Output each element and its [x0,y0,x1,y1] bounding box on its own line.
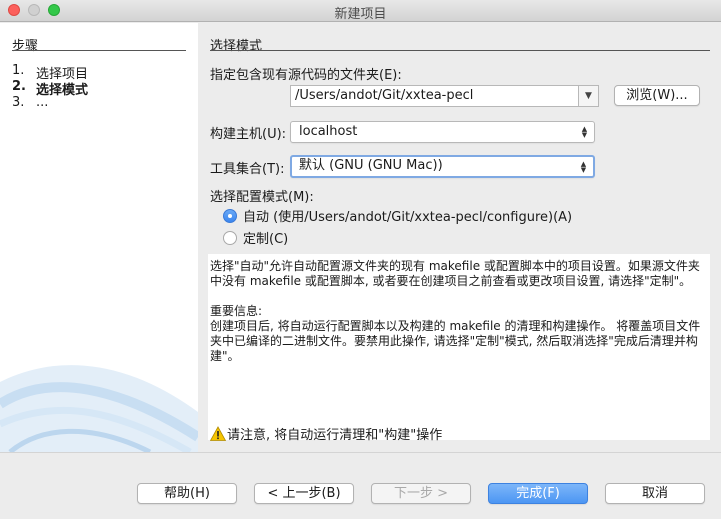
tool-collection-label: 工具集合(T): [210,162,285,177]
step-label: 选择项目 [36,67,89,82]
browse-button[interactable]: 浏览(W)... [614,85,700,106]
chevron-down-icon: ▼ [585,91,592,101]
step-label: 选择模式 [36,83,89,98]
radio-unchecked-icon[interactable] [223,230,237,245]
decorative-swoosh [0,365,198,452]
config-mode-custom-radio[interactable]: 定制(C) [223,228,288,247]
steps-divider [12,50,186,51]
steps-sidebar: 步骤 1. 选择项目 2. 选择模式 3. ... [0,23,198,452]
button-bar: 帮助(H) < 上一步(B) 下一步 > 完成(F) 取消 [0,453,721,519]
important-info-title: 重要信息: [210,304,263,318]
config-mode-label: 选择配置模式(M): [210,190,314,205]
step-item-current: 2. 选择模式 [12,79,89,98]
cancel-button[interactable]: 取消 [605,483,705,504]
main-panel: 选择模式 指定包含现有源代码的文件夹(E): /Users/andot/Git/… [198,23,721,452]
config-mode-auto-radio[interactable]: 自动 (使用/Users/andot/Git/xxtea-pecl/config… [223,206,572,225]
description-paragraph: 选择"自动"允许自动配置源文件夹的现有 makefile 或配置脚本中的项目设置… [210,259,700,288]
help-button[interactable]: 帮助(H) [137,483,237,504]
tool-collection-select[interactable]: 默认 (GNU (GNU Mac)) ▲ ▼ [290,155,595,178]
steps-list: 1. 选择项目 2. 选择模式 3. ... [12,63,88,111]
warning-icon [210,425,226,441]
step-number: 1. [12,63,25,78]
warning-text: 请注意, 将自动运行清理和"构建"操作 [227,428,443,443]
page-title: 选择模式 [210,39,263,54]
source-folder-label: 指定包含现有源代码的文件夹(E): [210,68,402,83]
source-folder-input[interactable]: /Users/andot/Git/xxtea-pecl [290,85,579,107]
important-info-text: 创建项目后, 将自动运行配置脚本以及构建的 makefile 的清理和构建操作。… [210,319,701,363]
finish-button[interactable]: 完成(F) [488,483,588,504]
step-number: 3. [12,95,25,110]
up-down-arrows-icon: ▲ ▼ [581,125,588,139]
title-divider [210,50,710,51]
next-button[interactable]: 下一步 > [371,483,471,504]
build-host-value: localhost [299,124,358,139]
step-number: 2. [12,79,26,94]
warning-message: 请注意, 将自动运行清理和"构建"操作 [210,424,442,443]
build-host-select[interactable]: localhost ▲ ▼ [290,121,595,143]
config-mode-custom-label: 定制(C) [243,232,289,247]
step-label: ... [36,95,49,110]
step-item: 1. 选择项目 [12,63,89,82]
config-mode-auto-label: 自动 (使用/Users/andot/Git/xxtea-pecl/config… [243,210,573,225]
build-host-label: 构建主机(U): [210,127,287,142]
radio-checked-icon[interactable] [223,208,237,223]
back-button[interactable]: < 上一步(B) [254,483,354,504]
title-bar: 新建项目 [0,0,721,22]
source-folder-dropdown[interactable]: ▼ [579,85,599,107]
description-text-area: 选择"自动"允许自动配置源文件夹的现有 makefile 或配置脚本中的项目设置… [208,254,710,440]
up-down-arrows-icon: ▲ ▼ [580,160,587,174]
steps-heading: 步骤 [12,39,39,54]
tool-collection-value: 默认 (GNU (GNU Mac)) [299,158,443,173]
window-title: 新建项目 [334,7,387,22]
